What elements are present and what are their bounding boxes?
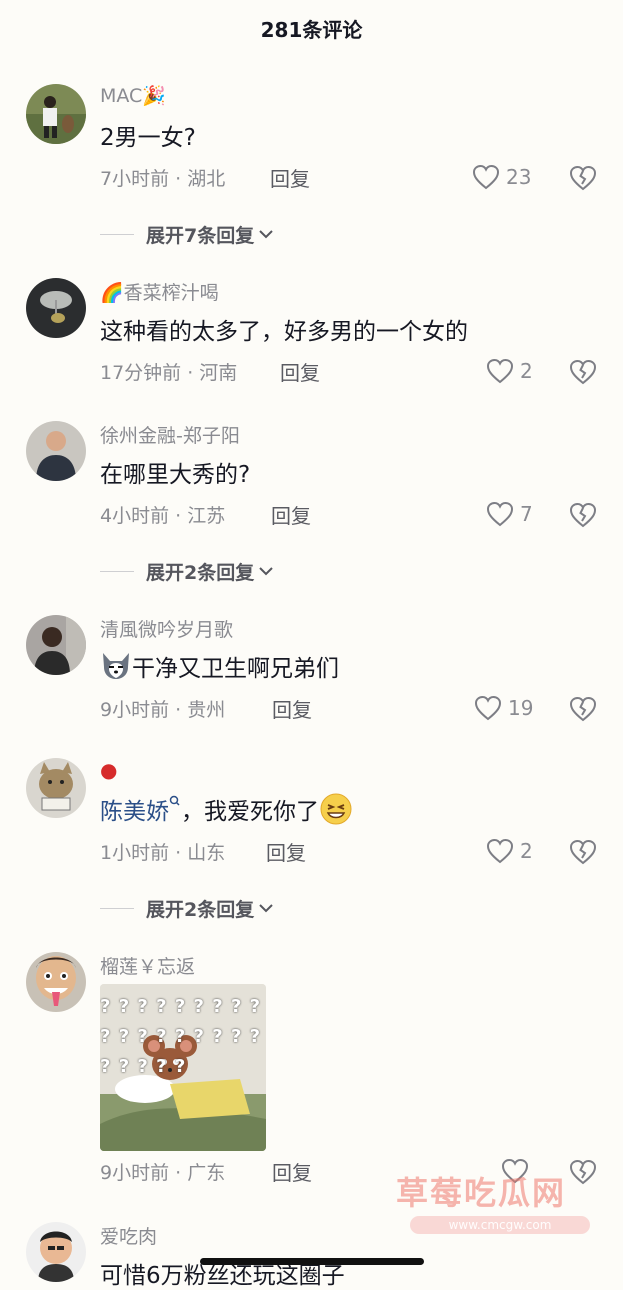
comment-time-location: 9小时前 · 广东 bbox=[100, 1162, 226, 1184]
username[interactable]: 清風微吟岁月歌 bbox=[100, 615, 233, 642]
chevron-down-icon bbox=[259, 567, 273, 576]
comment-time-location: 9小时前 · 贵州 bbox=[100, 699, 226, 721]
reply-button[interactable]: 回复 bbox=[272, 1157, 312, 1186]
reply-button[interactable]: 回复 bbox=[272, 694, 312, 723]
heart-outline-icon bbox=[486, 501, 514, 527]
broken-heart-icon[interactable] bbox=[568, 836, 598, 866]
like-button[interactable]: 7 bbox=[486, 499, 533, 529]
username[interactable]: 榴莲￥忘返 bbox=[100, 952, 195, 979]
like-count: 2 bbox=[520, 359, 533, 383]
comment-text: 干净又卫生啊兄弟们 bbox=[100, 649, 339, 683]
like-count: 19 bbox=[508, 696, 534, 720]
home-indicator[interactable] bbox=[200, 1258, 424, 1265]
avatar[interactable] bbox=[26, 758, 86, 818]
grin-emoji-icon bbox=[320, 793, 352, 825]
like-count: 7 bbox=[520, 502, 533, 526]
watermark-url: www.cmcgw.com bbox=[410, 1216, 590, 1234]
mention-search-icon bbox=[169, 795, 180, 806]
divider bbox=[100, 570, 134, 572]
broken-heart-icon[interactable] bbox=[568, 693, 598, 723]
chevron-down-icon bbox=[259, 904, 273, 913]
avatar[interactable] bbox=[26, 615, 86, 675]
like-button[interactable]: 23 bbox=[472, 162, 531, 192]
avatar[interactable] bbox=[26, 84, 86, 144]
username[interactable]: 徐州金融-郑子阳 bbox=[100, 421, 240, 448]
username[interactable]: 🌈香菜榨汁喝 bbox=[100, 278, 219, 305]
like-count: 23 bbox=[506, 165, 532, 189]
heart-outline-icon bbox=[474, 695, 502, 721]
broken-heart-icon[interactable] bbox=[568, 356, 598, 386]
rainbow-icon: 🌈 bbox=[100, 282, 124, 304]
reply-button[interactable]: 回复 bbox=[266, 837, 306, 866]
avatar[interactable] bbox=[26, 952, 86, 1012]
reply-button[interactable]: 回复 bbox=[280, 357, 320, 386]
broken-heart-icon[interactable] bbox=[568, 499, 598, 529]
reply-button[interactable]: 回复 bbox=[271, 500, 311, 529]
avatar[interactable] bbox=[26, 421, 86, 481]
comment-image[interactable]: ? ? ? ? ? ? ? ? ? ? ? ? ? ? ? ? ? ? ? ? … bbox=[100, 984, 266, 1151]
heart-outline-icon bbox=[486, 358, 514, 384]
like-button[interactable]: 2 bbox=[486, 836, 533, 866]
image-question-marks: ? ? ? ? ? ? ? ? ? ? ? ? ? ? ? ? ? ? ? ? … bbox=[100, 996, 262, 1077]
chevron-down-icon bbox=[259, 230, 273, 239]
comment-text: 陈美娇 ，我爱死你了 bbox=[100, 792, 353, 826]
expand-replies-label: 展开2条回复 bbox=[146, 561, 255, 584]
comment-time-location: 1小时前 · 山东 bbox=[100, 842, 226, 864]
heart-outline-icon bbox=[486, 838, 514, 864]
expand-replies-button[interactable]: 展开2条回复 bbox=[100, 894, 274, 922]
comments-count-title: 281条评论 bbox=[260, 18, 363, 42]
broken-heart-icon[interactable] bbox=[568, 162, 598, 192]
comment-text: 2男一女? bbox=[100, 125, 196, 151]
comment-text: 在哪里大秀的? bbox=[100, 462, 251, 488]
heart-outline-icon bbox=[472, 164, 500, 190]
like-button[interactable]: 2 bbox=[486, 356, 533, 386]
comment-time-location: 4小时前 · 江苏 bbox=[100, 505, 226, 527]
expand-replies-label: 展开2条回复 bbox=[146, 898, 255, 921]
party-popper-icon: 🎉 bbox=[142, 85, 166, 107]
watermark-title: 草莓吃瓜网 bbox=[396, 1174, 567, 1212]
comment-time-location: 7小时前 · 湖北 bbox=[100, 168, 226, 190]
apple-icon: ● bbox=[100, 758, 118, 782]
username[interactable]: MAC🎉 bbox=[100, 84, 166, 107]
avatar[interactable] bbox=[26, 1222, 86, 1282]
comment-text: 这种看的太多了，好多男的一个女的 bbox=[100, 319, 468, 345]
comment-time-location: 17分钟前 · 河南 bbox=[100, 362, 238, 384]
expand-replies-label: 展开7条回复 bbox=[146, 224, 255, 247]
mention-link[interactable]: 陈美娇 bbox=[100, 799, 169, 825]
divider bbox=[100, 907, 134, 909]
avatar[interactable] bbox=[26, 278, 86, 338]
divider bbox=[100, 233, 134, 235]
like-count: 2 bbox=[520, 839, 533, 863]
expand-replies-button[interactable]: 展开7条回复 bbox=[100, 220, 274, 248]
expand-replies-button[interactable]: 展开2条回复 bbox=[100, 557, 274, 585]
like-button[interactable]: 19 bbox=[474, 693, 533, 723]
reply-button[interactable]: 回复 bbox=[270, 163, 310, 192]
watermark: 草莓吃瓜网 www.cmcgw.com bbox=[396, 1168, 606, 1238]
username[interactable]: 爱吃肉 bbox=[100, 1222, 157, 1249]
husky-emoji-icon bbox=[103, 653, 129, 679]
